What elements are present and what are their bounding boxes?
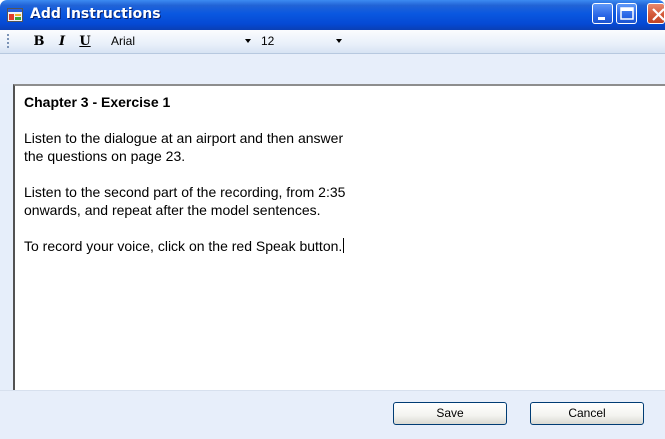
editor-line: Listen to the dialogue at an airport and… <box>24 130 344 146</box>
editor-line: Listen to the second part of the recordi… <box>24 184 346 200</box>
underline-button[interactable]: U <box>76 33 94 50</box>
italic-button[interactable]: I <box>53 33 71 50</box>
add-instructions-window: Add Instructions B I U Arial 12 Chapter … <box>0 0 665 439</box>
close-icon <box>652 8 665 21</box>
save-button[interactable]: Save <box>393 402 507 425</box>
editor-line: To record your voice, click on the red S… <box>24 238 343 254</box>
maximize-icon <box>620 7 634 20</box>
rich-text-editor[interactable]: Chapter 3 - Exercise 1 Listen to the dia… <box>13 84 665 392</box>
close-button[interactable] <box>647 3 665 24</box>
chevron-down-icon <box>336 39 342 43</box>
font-size-select[interactable]: 12 <box>258 32 348 51</box>
text-caret <box>343 238 345 253</box>
editor-line: onwards, and repeat after the model sent… <box>24 202 321 218</box>
button-panel: Save Cancel <box>0 390 665 439</box>
font-family-value: Arial <box>111 34 136 48</box>
left-margin-panel <box>0 84 13 390</box>
editor-content: Chapter 3 - Exercise 1 Listen to the dia… <box>24 93 345 255</box>
toolbar-spacer <box>0 54 665 84</box>
chevron-down-icon <box>245 39 251 43</box>
title-bar[interactable]: Add Instructions <box>0 0 665 30</box>
editor-line: the questions on page 23. <box>24 148 186 164</box>
window-title: Add Instructions <box>30 6 161 22</box>
font-family-select[interactable]: Arial <box>108 32 258 51</box>
app-icon <box>7 7 23 23</box>
font-size-value: 12 <box>261 34 275 48</box>
formatting-toolbar: B I U Arial 12 <box>0 30 665 54</box>
minimize-button[interactable] <box>592 3 613 24</box>
bold-button[interactable]: B <box>30 33 48 50</box>
minimize-icon <box>598 17 605 20</box>
toolbar-grip-icon[interactable] <box>7 34 10 49</box>
cancel-button[interactable]: Cancel <box>530 402 644 425</box>
editor-line-last: To record your voice, click on the red S… <box>24 237 345 255</box>
editor-heading: Chapter 3 - Exercise 1 <box>24 94 171 110</box>
maximize-button[interactable] <box>616 3 637 24</box>
